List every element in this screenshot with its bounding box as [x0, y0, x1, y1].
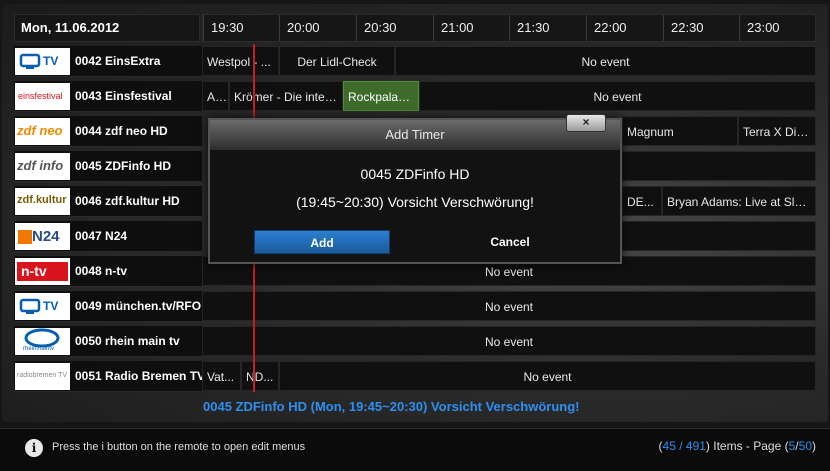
channel-logo: zdf.kultur: [15, 188, 70, 215]
epg-screen: Mon, 11.06.2012 19:30 20:00 20:30 21:00 …: [0, 0, 830, 471]
time-slot: 22:00: [586, 15, 663, 41]
channel-name: 0044 zdf neo HD: [75, 124, 168, 138]
event-cell[interactable]: Bryan Adams: Live at Sla...: [662, 186, 816, 216]
time-slot: 21:30: [509, 15, 586, 41]
event-cell[interactable]: No event: [202, 291, 816, 321]
channel-name: 0047 N24: [75, 229, 128, 243]
channel-row-rhein-main-tv[interactable]: rheinmaintv 0050 rhein main tv: [14, 326, 202, 357]
channel-row-muenchen-tv[interactable]: TV 0049 münchen.tv/RFO: [14, 291, 202, 322]
channel-name: 0046 zdf.kultur HD: [75, 194, 180, 208]
event-cell[interactable]: [622, 221, 816, 251]
selected-event-info: 0045 ZDFinfo HD (Mon, 19:45~20:30) Vorsi…: [203, 399, 580, 414]
event-cell[interactable]: Terra X Die...: [738, 116, 816, 146]
channel-name: 0048 n-tv: [75, 264, 128, 278]
total-pages: 50: [798, 439, 812, 453]
dialog-title: Add Timer: [210, 120, 620, 150]
page-indicator: (45 / 491) Items - Page (5/50): [658, 439, 816, 453]
event-cell[interactable]: Vat...: [202, 361, 241, 391]
footer-hint: Press the i button on the remote to open…: [52, 441, 306, 453]
channel-name: 0051 Radio Bremen TV: [75, 369, 206, 383]
channel-logo: TV: [15, 293, 70, 320]
channel-name: 0042 EinsExtra: [75, 54, 161, 68]
time-slot: 19:30: [203, 15, 280, 41]
channel-name: 0043 Einsfestival: [75, 89, 172, 103]
dialog-event: (19:45~20:30) Vorsicht Verschwörung!: [296, 194, 534, 210]
channel-name: 0049 münchen.tv/RFO: [75, 299, 202, 313]
time-slot: 20:00: [279, 15, 356, 41]
event-cell[interactable]: No event: [395, 46, 816, 76]
channel-logo: N24: [15, 223, 70, 250]
dialog-channel: 0045 ZDFinfo HD: [360, 166, 470, 182]
channel-row-zdf-kultur[interactable]: zdf.kultur 0046 zdf.kultur HD: [14, 186, 202, 217]
channel-logo: n-tv: [15, 258, 70, 285]
channel-logo: einsfestival: [15, 83, 70, 110]
channel-logo: zdf neo: [15, 118, 70, 145]
channel-row-radio-bremen[interactable]: radiobremen TV 0051 Radio Bremen TV: [14, 361, 206, 392]
time-slot: 23:00: [739, 15, 816, 41]
channel-row-einsfestival[interactable]: einsfestival 0043 Einsfestival: [14, 81, 202, 112]
event-cell-selected[interactable]: Rockpalas...: [343, 81, 419, 111]
time-slot: 21:00: [433, 15, 510, 41]
channel-row-n-tv[interactable]: n-tv 0048 n-tv: [14, 256, 202, 287]
event-cell[interactable]: No event: [419, 81, 816, 111]
event-cell[interactable]: No event: [279, 361, 816, 391]
channel-row-zdf-info[interactable]: zdf info 0045 ZDFinfo HD: [14, 151, 202, 182]
add-timer-dialog: Add Timer × 0045 ZDFinfo HD (19:45~20:30…: [208, 114, 622, 264]
event-cell[interactable]: DE...: [622, 186, 662, 216]
timeline-header: 19:30 20:00 20:30 21:00 21:30 22:00 22:3…: [202, 14, 816, 42]
add-button[interactable]: Add: [254, 230, 390, 254]
event-cell[interactable]: ND...: [241, 361, 279, 391]
event-cell[interactable]: Westpol - ...: [202, 46, 279, 76]
close-button[interactable]: ×: [566, 114, 606, 132]
channel-row-n24[interactable]: N24 0047 N24: [14, 221, 202, 252]
time-slot: 22:30: [663, 15, 740, 41]
event-cell[interactable]: No event: [202, 326, 816, 356]
channel-logo: radiobremen TV: [15, 363, 70, 390]
cancel-button[interactable]: Cancel: [442, 230, 578, 254]
channel-row-eins-extra[interactable]: TV 0042 EinsExtra: [14, 46, 202, 77]
channel-logo: TV: [15, 48, 70, 75]
channel-name: 0050 rhein main tv: [75, 334, 180, 348]
info-icon: i: [25, 439, 43, 457]
channel-row-zdf-neo[interactable]: zdf neo 0044 zdf neo HD: [14, 116, 202, 147]
event-cell[interactable]: Magnum: [622, 116, 738, 146]
time-slot: 20:30: [356, 15, 433, 41]
channel-name: 0045 ZDFinfo HD: [75, 159, 172, 173]
current-item: 45: [662, 439, 676, 453]
event-cell[interactable]: Krömer - Die inter...: [229, 81, 343, 111]
event-cell[interactable]: [622, 151, 816, 181]
event-cell[interactable]: Der Lidl-Check: [279, 46, 395, 76]
footer-bar: i Press the i button on the remote to op…: [0, 428, 830, 471]
channel-logo: zdf info: [15, 153, 70, 180]
total-items: 491: [685, 439, 706, 453]
event-cell[interactable]: A...: [202, 81, 229, 111]
date-label: Mon, 11.06.2012: [14, 14, 200, 42]
channel-logo: rheinmaintv: [15, 328, 70, 355]
